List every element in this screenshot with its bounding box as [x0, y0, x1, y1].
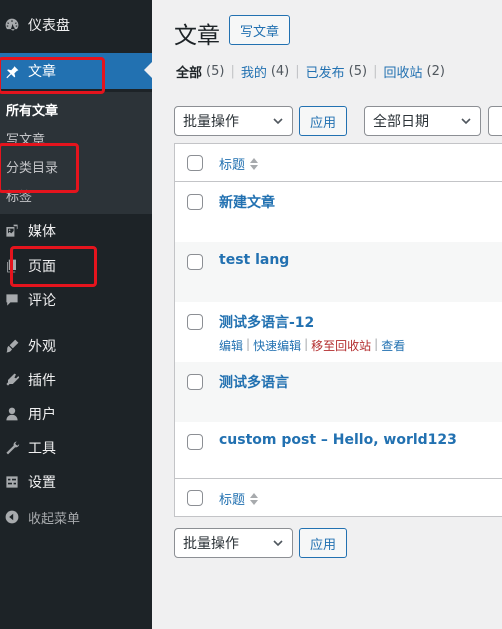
media-icon [3, 222, 21, 240]
sidebar-item-appearance[interactable]: 外观 [0, 329, 152, 363]
tools-icon [3, 439, 21, 457]
chevron-down-icon [273, 118, 283, 125]
row-checkbox[interactable] [187, 254, 203, 270]
row-checkbox[interactable] [187, 374, 203, 390]
filter-separator: | [295, 64, 300, 79]
post-title-link[interactable]: 测试多语言 [219, 372, 289, 392]
date-filter-value: 全部日期 [373, 114, 429, 130]
sidebar-item-label: 工具 [28, 441, 56, 457]
status-filter-links: 全部 (5) | 我的 (4) | 已发布 (5) | 回收站 (2) [176, 62, 445, 81]
filter-trash-count: (2) [426, 64, 445, 79]
post-title-link[interactable]: 新建文章 [219, 192, 275, 212]
sidebar-item-settings[interactable]: 设置 [0, 465, 152, 499]
date-filter-select[interactable]: 全部日期 [364, 106, 481, 136]
submenu-all-posts[interactable]: 所有文章 [6, 100, 58, 119]
row-checkbox[interactable] [187, 314, 203, 330]
comments-icon [3, 291, 21, 309]
filter-published[interactable]: 已发布 [306, 62, 345, 81]
select-all-checkbox[interactable] [187, 155, 203, 171]
apply-button-top[interactable]: 应用 [299, 106, 347, 136]
column-title-sort-footer[interactable]: 标题 [219, 489, 259, 508]
sidebar-item-media[interactable]: 媒体 [0, 214, 152, 248]
filter-separator: | [373, 64, 378, 79]
row-checkbox[interactable] [187, 434, 203, 450]
current-menu-arrow [144, 62, 152, 78]
sidebar-item-label: 设置 [28, 475, 56, 491]
sidebar-item-users[interactable]: 用户 [0, 397, 152, 431]
table-row: 测试多语言 [175, 362, 502, 422]
row-action-separator: | [374, 337, 379, 351]
table-row: custom post – Hello, world123 [175, 422, 502, 478]
sort-arrows-icon [250, 157, 259, 170]
table-row: test lang [175, 242, 502, 302]
filter-all-count: (5) [206, 64, 225, 79]
bulk-actions-value: 批量操作 [183, 536, 239, 552]
post-title-link[interactable]: test lang [219, 252, 289, 268]
column-title-label: 标题 [219, 493, 246, 508]
users-icon [3, 405, 21, 423]
sidebar-item-comments[interactable]: 评论 [0, 283, 152, 317]
column-title-label: 标题 [219, 158, 246, 173]
table-row: 新建文章 [175, 182, 502, 242]
row-action-quick-edit[interactable]: 快速编辑 [253, 337, 301, 354]
highlight-box-pages [10, 246, 97, 287]
select-all-checkbox-footer[interactable] [187, 490, 203, 506]
dashboard-icon [3, 16, 21, 34]
sort-arrows-icon [250, 492, 259, 505]
row-action-trash[interactable]: 移至回收站 [311, 337, 371, 354]
collapse-menu-label: 收起菜单 [28, 511, 81, 527]
collapse-menu-button[interactable]: 收起菜单 [0, 500, 152, 534]
filter-mine-count: (4) [270, 64, 290, 79]
apply-button-bottom[interactable]: 应用 [299, 528, 347, 558]
row-action-edit[interactable]: 编辑 [219, 337, 243, 354]
table-header: 标题 [175, 144, 502, 182]
row-action-separator: | [304, 337, 309, 351]
table-row: 测试多语言-12 编辑 | 快速编辑 | 移至回收站 | 查看 [175, 302, 502, 362]
table-footer: 标题 [175, 478, 502, 516]
filter-mine[interactable]: 我的 [241, 62, 267, 81]
main-content: 文章 写文章 全部 (5) | 我的 (4) | 已发布 (5) | 回收站 (… [152, 0, 502, 629]
page-title: 文章 [174, 23, 220, 49]
bulk-actions-value: 批量操作 [183, 114, 239, 130]
plugins-icon [3, 371, 21, 389]
sidebar-item-label: 外观 [28, 339, 56, 355]
category-filter-select[interactable] [488, 106, 502, 136]
sidebar-item-label: 仪表盘 [28, 18, 70, 34]
filter-published-count: (5) [348, 64, 368, 79]
highlight-box-posts [0, 57, 105, 94]
sidebar-item-label: 媒体 [28, 224, 56, 240]
filter-trash[interactable]: 回收站 [383, 62, 422, 81]
highlight-box-categories [0, 143, 79, 193]
sidebar-item-label: 评论 [28, 293, 56, 309]
collapse-arrow-icon [3, 508, 21, 526]
column-title-sort[interactable]: 标题 [219, 154, 259, 173]
row-actions: 编辑 | 快速编辑 | 移至回收站 | 查看 [219, 337, 405, 354]
row-action-view[interactable]: 查看 [381, 337, 405, 354]
sidebar-item-dashboard[interactable]: 仪表盘 [0, 8, 152, 42]
add-new-post-button[interactable]: 写文章 [229, 15, 290, 45]
bulk-actions-select-top[interactable]: 批量操作 [174, 106, 293, 136]
post-title-link[interactable]: custom post – Hello, world123 [219, 432, 457, 448]
posts-table: 标题 新建文章 test lang 测试多语言-12 编辑 | 快速编辑 | 移… [174, 143, 502, 517]
settings-icon [3, 473, 21, 491]
row-action-separator: | [246, 337, 251, 351]
chevron-down-icon [273, 540, 283, 547]
sidebar-item-tools[interactable]: 工具 [0, 431, 152, 465]
sidebar-item-label: 用户 [28, 407, 56, 423]
sidebar-item-plugins[interactable]: 插件 [0, 363, 152, 397]
bulk-actions-select-bottom[interactable]: 批量操作 [174, 528, 293, 558]
row-checkbox[interactable] [187, 194, 203, 210]
admin-sidebar: 仪表盘 文章 所有文章 写文章 分类目录 标签 媒体 页面 评论 外观 插件 用… [0, 0, 152, 629]
sidebar-item-label: 插件 [28, 373, 56, 389]
chevron-down-icon [461, 118, 471, 125]
appearance-icon [3, 337, 21, 355]
post-title-link[interactable]: 测试多语言-12 [219, 312, 314, 332]
filter-separator: | [230, 64, 235, 79]
filter-all[interactable]: 全部 [176, 62, 202, 81]
